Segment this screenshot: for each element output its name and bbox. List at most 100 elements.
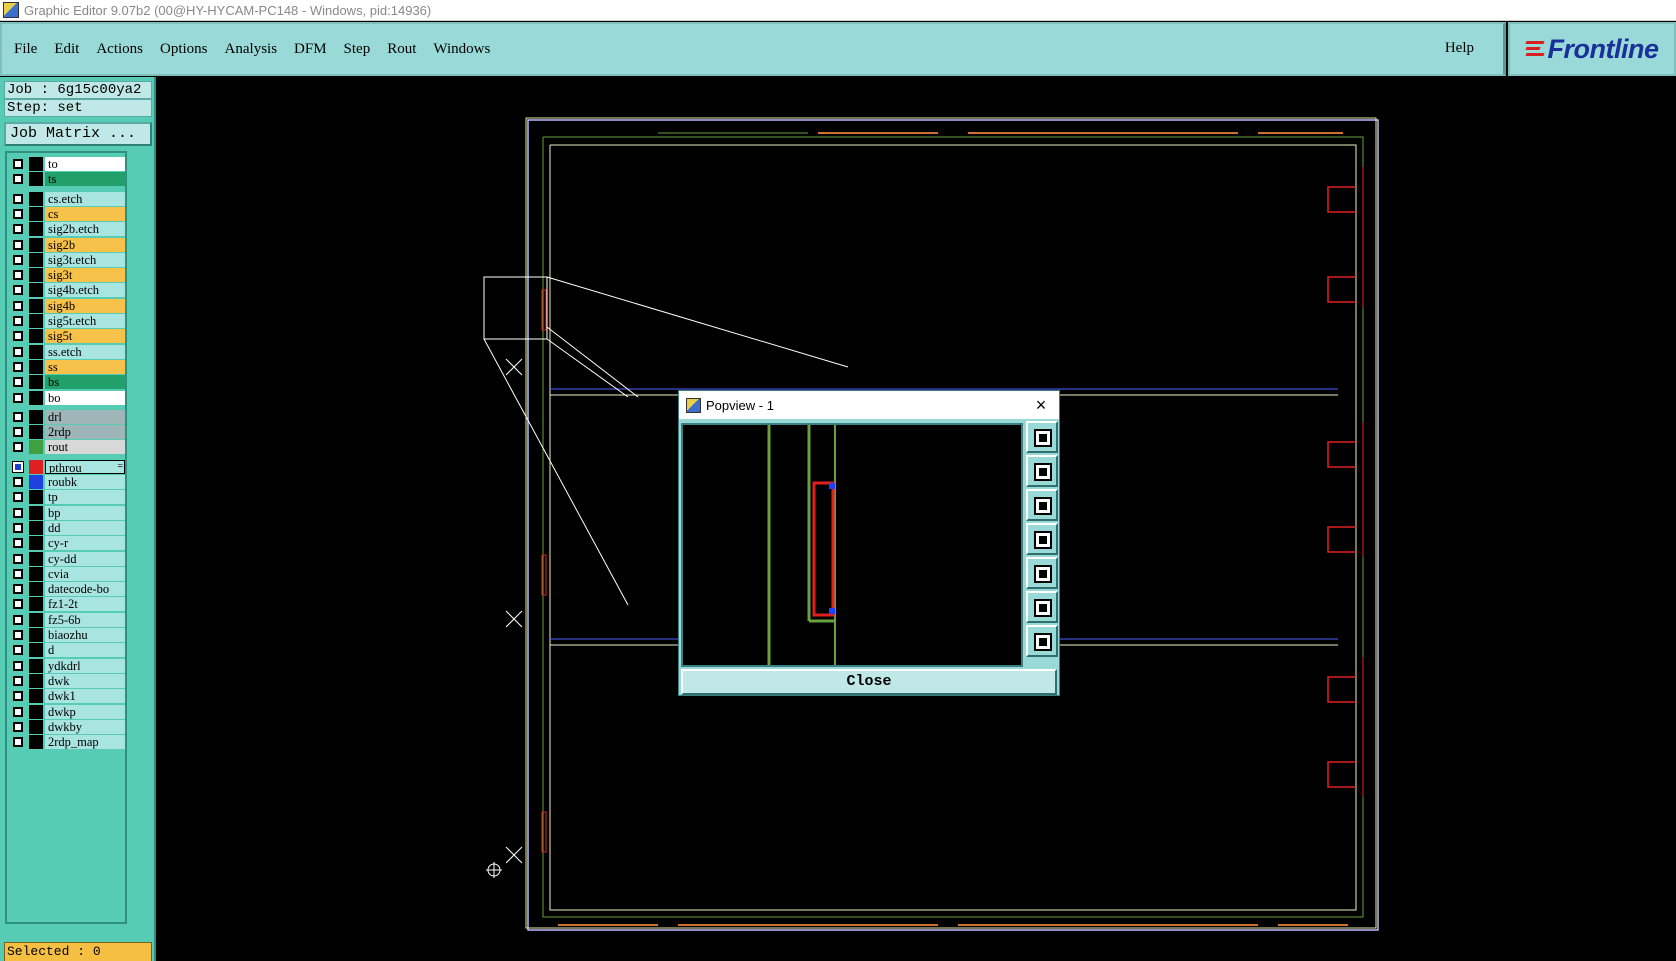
- pan-left-icon[interactable]: [1026, 523, 1058, 555]
- layer-name[interactable]: sig5t: [45, 329, 125, 344]
- layer-name[interactable]: sig2b.etch: [45, 222, 125, 237]
- layer-color-swatch[interactable]: [29, 329, 43, 344]
- layer-row-bs[interactable]: bs: [9, 375, 125, 390]
- layer-color-swatch[interactable]: [29, 206, 43, 221]
- layer-row-dwk1[interactable]: dwk1: [9, 689, 125, 704]
- layer-checkbox[interactable]: [12, 460, 24, 473]
- zoom-out-icon[interactable]: [1026, 625, 1058, 657]
- layer-name[interactable]: ydkdrl: [45, 658, 125, 673]
- layer-color-swatch[interactable]: [29, 425, 43, 440]
- layer-checkbox[interactable]: [13, 553, 23, 564]
- layer-name[interactable]: ss.etch: [45, 344, 125, 359]
- menu-file[interactable]: File: [14, 41, 37, 58]
- layer-color-swatch[interactable]: [29, 612, 43, 627]
- layer-name[interactable]: fz1-2t: [45, 597, 125, 612]
- layer-checkbox[interactable]: [13, 584, 23, 595]
- layer-row-to[interactable]: to: [9, 157, 125, 171]
- layer-row-sig2b-etch[interactable]: sig2b.etch: [9, 222, 125, 237]
- layer-row-2rdp-map[interactable]: 2rdp_map: [9, 735, 125, 750]
- layer-checkbox[interactable]: [13, 254, 23, 265]
- layer-color-swatch[interactable]: [29, 191, 43, 206]
- layer-name[interactable]: biaozhu: [45, 628, 125, 642]
- layer-row-cs[interactable]: cs: [9, 206, 125, 221]
- layer-name[interactable]: ss: [45, 359, 125, 374]
- layer-checkbox[interactable]: [13, 660, 23, 671]
- layer-name[interactable]: cs.etch: [45, 191, 125, 206]
- layer-name[interactable]: dwk1: [45, 689, 125, 704]
- layer-row-dwk[interactable]: dwk: [9, 673, 125, 688]
- layer-row-dwkp[interactable]: dwkp: [9, 704, 125, 719]
- layer-checkbox[interactable]: [13, 737, 23, 748]
- layer-name[interactable]: cy-r: [45, 536, 125, 551]
- layer-checkbox[interactable]: [13, 630, 23, 640]
- layer-checkbox[interactable]: [13, 411, 23, 422]
- layer-row-d[interactable]: d: [9, 643, 125, 658]
- layer-checkbox[interactable]: [13, 675, 23, 686]
- layer-checkbox[interactable]: [13, 239, 23, 250]
- layer-checkbox[interactable]: [13, 691, 23, 702]
- layer-row-sig2b[interactable]: sig2b: [9, 237, 125, 252]
- layer-checkbox[interactable]: [13, 645, 23, 656]
- layer-checkbox[interactable]: [13, 159, 23, 169]
- layer-color-swatch[interactable]: [29, 157, 43, 171]
- layer-color-swatch[interactable]: [29, 490, 43, 505]
- layer-name[interactable]: to: [45, 157, 125, 171]
- layer-name[interactable]: rout: [45, 440, 125, 455]
- layer-color-swatch[interactable]: [29, 566, 43, 581]
- layer-checkbox[interactable]: [13, 174, 23, 185]
- layer-color-swatch[interactable]: [29, 735, 43, 750]
- pan-up-icon[interactable]: [1026, 455, 1058, 487]
- layer-color-swatch[interactable]: [29, 375, 43, 390]
- layer-row-ss-etch[interactable]: ss.etch: [9, 344, 125, 359]
- layer-row-datecode-bo[interactable]: datecode-bo: [9, 582, 125, 597]
- layer-checkbox[interactable]: [13, 377, 23, 388]
- layer-name[interactable]: pthrou: [45, 459, 125, 474]
- layer-checkbox[interactable]: [13, 208, 23, 219]
- layer-name[interactable]: 2rdp_map: [45, 735, 125, 750]
- layer-row-tp[interactable]: tp: [9, 490, 125, 505]
- layer-name[interactable]: ts: [45, 172, 125, 187]
- layer-checkbox[interactable]: [13, 442, 23, 453]
- layer-color-swatch[interactable]: [29, 252, 43, 267]
- layer-row-bo[interactable]: bo: [9, 390, 125, 405]
- layer-row-ts[interactable]: ts: [9, 172, 125, 187]
- menu-options[interactable]: Options: [160, 41, 208, 58]
- layer-name[interactable]: dwkp: [45, 704, 125, 719]
- layer-color-swatch[interactable]: [29, 475, 43, 489]
- layer-color-swatch[interactable]: [29, 314, 43, 328]
- layer-checkbox[interactable]: [13, 270, 23, 281]
- menu-step[interactable]: Step: [344, 41, 371, 58]
- layer-row-biaozhu[interactable]: biaozhu: [9, 628, 125, 642]
- layer-color-swatch[interactable]: [29, 643, 43, 658]
- layer-color-swatch[interactable]: [29, 390, 43, 405]
- layer-name[interactable]: sig2b: [45, 237, 125, 252]
- layer-checkbox[interactable]: [13, 477, 23, 487]
- layer-color-swatch[interactable]: [29, 704, 43, 719]
- layer-checkbox[interactable]: [13, 599, 23, 610]
- layer-color-swatch[interactable]: [29, 505, 43, 520]
- layer-checkbox[interactable]: [13, 300, 23, 311]
- layer-row-fz5-6b[interactable]: fz5-6b: [9, 612, 125, 627]
- layer-name[interactable]: bs: [45, 375, 125, 390]
- layer-color-swatch[interactable]: [29, 597, 43, 612]
- layer-name[interactable]: dwk: [45, 673, 125, 688]
- layer-row-2rdp[interactable]: 2rdp: [9, 425, 125, 440]
- layer-checkbox[interactable]: [13, 224, 23, 235]
- layer-row-ss[interactable]: ss: [9, 359, 125, 374]
- layer-color-swatch[interactable]: [29, 536, 43, 551]
- layer-name[interactable]: dd: [45, 520, 125, 535]
- layer-checkbox[interactable]: [13, 507, 23, 518]
- menu-rout[interactable]: Rout: [387, 41, 416, 58]
- layer-color-swatch[interactable]: [29, 673, 43, 688]
- layer-checkbox[interactable]: [13, 346, 23, 357]
- layer-color-swatch[interactable]: [29, 237, 43, 252]
- layer-name[interactable]: cs: [45, 206, 125, 221]
- pan-down-icon[interactable]: [1026, 489, 1058, 521]
- layer-row-sig4b-etch[interactable]: sig4b.etch: [9, 283, 125, 298]
- layer-checkbox[interactable]: [13, 538, 23, 549]
- layer-name[interactable]: fz5-6b: [45, 612, 125, 627]
- layer-row-sig5t[interactable]: sig5t: [9, 329, 125, 344]
- layer-row-sig5t-etch[interactable]: sig5t.etch: [9, 314, 125, 328]
- layer-checkbox[interactable]: [13, 721, 23, 732]
- layer-name[interactable]: bo: [45, 390, 125, 405]
